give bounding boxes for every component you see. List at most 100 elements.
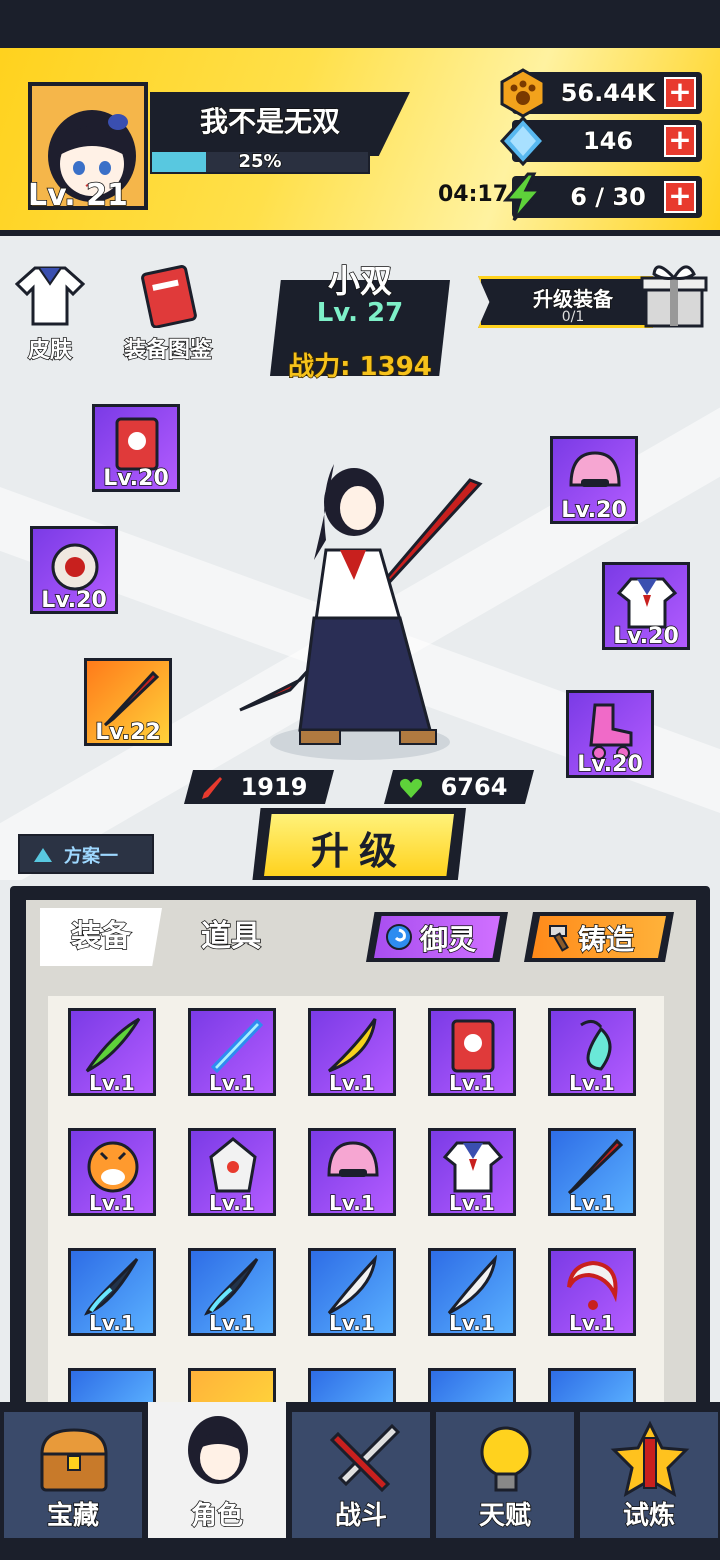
player-name: 我不是无双: [199, 104, 341, 139]
inventory-item[interactable]: Lv.1: [428, 1128, 516, 1216]
inventory-item[interactable]: Lv.1: [308, 1248, 396, 1336]
nav-treasure-label: 宝藏: [46, 1500, 100, 1532]
lightbulb-icon: [480, 1426, 532, 1492]
combat-power: 战力: 1394: [287, 351, 432, 383]
triangle-up-icon: [34, 848, 52, 862]
player-level: Lv. 21: [27, 177, 128, 214]
tab-equipment[interactable]: 装备: [40, 908, 162, 966]
equip-slot-armor[interactable]: Lv.20: [602, 562, 690, 650]
item-level: Lv.1: [88, 1310, 135, 1336]
inventory-item[interactable]: Lv.1: [548, 1008, 636, 1096]
item-level: Lv.1: [88, 1070, 135, 1096]
gift-box-icon[interactable]: [636, 256, 712, 332]
equip-slot-helmet[interactable]: Lv.20: [550, 436, 638, 524]
nav-treasure[interactable]: 宝藏: [4, 1412, 142, 1538]
item-level: Lv.1: [328, 1190, 375, 1216]
inventory-item[interactable]: Lv.1: [428, 1248, 516, 1336]
red-book-icon: [451, 1019, 495, 1073]
character-level: Lv. 27: [316, 298, 404, 328]
banana-blade-icon: [327, 1018, 377, 1073]
red-sword-icon: [567, 1138, 624, 1195]
nav-talent-label: 天赋: [478, 1500, 532, 1532]
equip-slot-boots[interactable]: Lv.20: [566, 690, 654, 778]
tiger-head-icon: [87, 1141, 139, 1193]
treasure-chest-icon: [40, 1428, 108, 1492]
skin-button[interactable]: 皮肤: [10, 264, 90, 364]
inventory-item[interactable]: Lv.1: [188, 1248, 276, 1336]
lightning-icon: [502, 172, 544, 221]
nav-battle[interactable]: 战斗: [292, 1412, 430, 1538]
character-name: 小双: [327, 261, 393, 301]
stamina-counter: 6 / 30 +: [502, 172, 702, 221]
item-level: Lv.1: [208, 1310, 255, 1336]
equip-slot-book[interactable]: Lv.20: [92, 404, 180, 492]
inventory-item[interactable]: Lv.1: [308, 1128, 396, 1216]
spirit-swirl-icon: [386, 924, 412, 950]
nav-character[interactable]: 角色: [148, 1402, 286, 1538]
equip-level: Lv.20: [102, 465, 169, 492]
exp-percent: 25%: [238, 151, 283, 173]
exp-bar: 25%: [150, 150, 370, 174]
nav-character-label: 角色: [190, 1500, 244, 1532]
equip-level: Lv.22: [94, 719, 161, 746]
add-coins-button[interactable]: +: [664, 77, 696, 109]
attack-value: 1919: [240, 773, 308, 801]
tab-items[interactable]: 道具: [170, 908, 292, 966]
item-level: Lv.1: [208, 1190, 255, 1216]
nav-battle-label: 战斗: [334, 1500, 388, 1532]
inventory-item[interactable]: Lv.1: [188, 1008, 276, 1096]
hp-value: 6764: [440, 773, 508, 801]
shirt-icon: [14, 266, 86, 326]
codex-label: 装备图鉴: [123, 337, 213, 364]
hammer-icon: [549, 925, 569, 952]
trial-emblem-icon: [610, 1420, 690, 1498]
character-figure: [239, 464, 483, 760]
inventory-item[interactable]: Lv.1: [548, 1248, 636, 1336]
inventory-item[interactable]: Lv.1: [548, 1128, 636, 1216]
equip-level: Lv.20: [612, 623, 679, 650]
inventory-item[interactable]: Lv.1: [308, 1008, 396, 1096]
inventory-item[interactable]: Lv.1: [68, 1128, 156, 1216]
forge-button[interactable]: 铸造: [524, 912, 674, 962]
item-level: Lv.1: [568, 1310, 615, 1336]
character-area: 皮肤 装备图鉴 小双 Lv. 27 战力: 1394 升级装备 0/1 Lv.2…: [0, 240, 720, 880]
white-blade-icon: [327, 1255, 378, 1315]
level-up-button[interactable]: 升级: [252, 808, 466, 880]
paw-coin-icon: [500, 68, 546, 118]
crescent-ring-icon: [567, 1260, 618, 1310]
equip-slot-weapon[interactable]: Lv.22: [84, 658, 172, 746]
inventory-item[interactable]: Lv.1: [428, 1008, 516, 1096]
attack-stat: 1919: [184, 770, 334, 804]
inventory-item[interactable]: Lv.1: [68, 1248, 156, 1336]
item-level: Lv.1: [208, 1070, 255, 1096]
nav-trial[interactable]: 试炼: [580, 1412, 718, 1538]
loadout-plan-label: 方案一: [64, 846, 118, 867]
add-gems-button[interactable]: +: [664, 125, 696, 157]
dark-blade-icon: [84, 1257, 139, 1316]
top-bar: Lv. 21 我不是无双 25% 56.44K + 146 + 04:17 6 …: [0, 0, 720, 240]
item-level: Lv.1: [448, 1070, 495, 1096]
item-level: Lv.1: [568, 1190, 615, 1216]
add-stamina-button[interactable]: +: [664, 181, 696, 213]
white-mask-icon: [209, 1137, 257, 1193]
dark-blade-icon: [204, 1257, 259, 1316]
equip-slot-ring[interactable]: Lv.20: [30, 526, 118, 614]
white-blade-icon: [447, 1255, 498, 1315]
inventory-item[interactable]: Lv.1: [68, 1008, 156, 1096]
uniform-icon: [442, 1141, 504, 1193]
spirit-button[interactable]: 御灵: [366, 912, 508, 962]
stamina-value: 6 / 30: [569, 182, 646, 212]
light-sword-icon: [210, 1018, 264, 1074]
inventory-item[interactable]: Lv.1: [188, 1128, 276, 1216]
equip-level: Lv.20: [576, 751, 643, 778]
item-level: Lv.1: [448, 1310, 495, 1336]
nav-talent[interactable]: 天赋: [436, 1412, 574, 1538]
item-level: Lv.1: [328, 1070, 375, 1096]
sword-icon: [202, 777, 222, 799]
level-up-label: 升级: [310, 829, 407, 873]
loadout-plan-button[interactable]: 方案一: [18, 834, 154, 874]
nav-trial-label: 试炼: [622, 1500, 676, 1532]
skin-label: 皮肤: [27, 337, 73, 364]
equip-level: Lv.20: [560, 497, 627, 524]
equipment-codex-button[interactable]: 装备图鉴: [116, 264, 220, 364]
